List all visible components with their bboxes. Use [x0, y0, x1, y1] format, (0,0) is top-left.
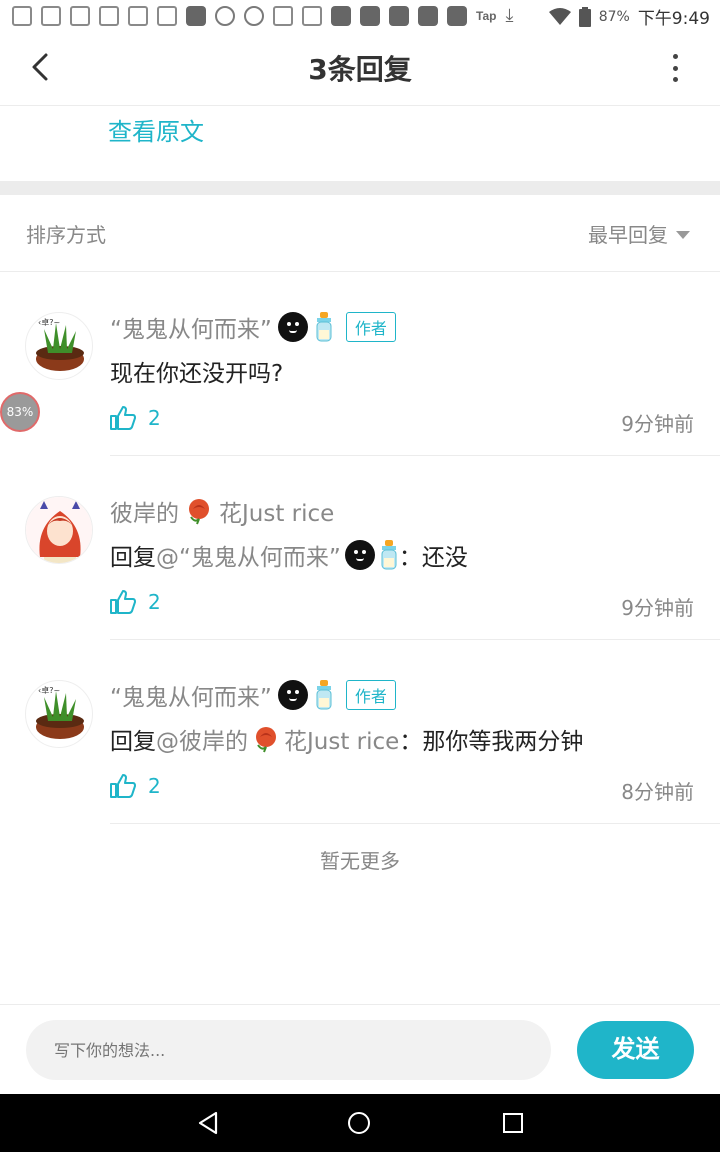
sort-bar: 排序方式 最早回复 — [0, 195, 720, 272]
mention-link[interactable]: @彼岸的 花Just rice — [156, 722, 399, 756]
avatar[interactable] — [25, 496, 93, 564]
author-badge: 作者 — [345, 312, 396, 342]
sort-dropdown[interactable]: 最早回复 — [588, 219, 668, 248]
author-name-suffix[interactable]: 花Just rice — [219, 494, 334, 528]
mention-text-suffix: 花Just rice — [284, 729, 400, 755]
reply-item: 彼岸的 花Just rice 回复 @“鬼鬼从何而来” ：还没 2 9分钟前 — [0, 456, 720, 640]
paw-notification-icon — [128, 5, 148, 26]
reply-author: 彼岸的 花Just rice — [110, 494, 334, 528]
avatar[interactable]: ‹卓?~ — [25, 680, 93, 748]
caret-down-icon[interactable] — [676, 231, 690, 239]
send-button[interactable]: 发送 — [577, 1021, 694, 1079]
rose-emoji-icon — [189, 499, 209, 525]
reply-time: 8分钟前 — [621, 780, 694, 804]
app-notification-icon — [215, 5, 235, 26]
download-icon: ⤓ — [505, 5, 514, 26]
status-right: 87% 下午9:49 — [548, 4, 710, 29]
floating-progress-badge[interactable]: 83% — [0, 392, 40, 432]
section-separator — [0, 181, 720, 195]
like-button[interactable]: 2 — [110, 774, 161, 798]
taptap-notification-icon: Tap — [476, 8, 497, 23]
divider — [110, 823, 720, 824]
comment-composer: 发送 — [0, 1004, 720, 1094]
battery-percent: 87% — [598, 8, 630, 25]
reply-item: ‹卓?~ “鬼鬼从何而来” 作者 现在你还没开吗? 2 9分钟前 — [0, 272, 720, 456]
like-button[interactable]: 2 — [110, 590, 161, 614]
browser-notification-icon — [244, 5, 264, 26]
page-title: 3条回复 — [308, 53, 412, 86]
avatar[interactable]: ‹卓?~ — [25, 312, 93, 380]
reply-item: ‹卓?~ “鬼鬼从何而来” 作者 回复 @彼岸的 花Just rice ：那你等… — [0, 640, 720, 824]
reply-time: 9分钟前 — [621, 596, 694, 620]
app-notification-icon — [360, 5, 380, 26]
like-button[interactable]: 2 — [110, 406, 161, 430]
app-notification-icon — [418, 5, 438, 26]
rose-emoji-icon — [256, 727, 276, 753]
author-name-prefix[interactable]: 彼岸的 — [110, 494, 179, 528]
paw-notification-icon — [157, 5, 177, 26]
mention-link[interactable]: @“鬼鬼从何而来” — [156, 538, 399, 572]
end-of-list-text: 暂无更多 — [320, 849, 400, 873]
comment-input[interactable] — [26, 1020, 551, 1080]
wifi-icon — [548, 7, 571, 25]
image-notification-icon — [331, 5, 351, 26]
more-options-icon[interactable] — [670, 54, 680, 82]
app-notification-icon — [273, 5, 293, 26]
sort-label: 排序方式 — [26, 223, 106, 247]
battery-icon — [578, 6, 591, 27]
face-emoji-icon — [277, 680, 308, 710]
face-emoji-icon — [277, 312, 308, 342]
svg-text:‹卓?~: ‹卓?~ — [38, 317, 60, 327]
document-notification-icon — [302, 5, 322, 26]
paw-notification-icon — [12, 5, 32, 26]
reply-text: ：那你等我两分钟 — [399, 729, 584, 755]
nav-recent-apps-icon[interactable] — [503, 1113, 523, 1133]
reply-author: “鬼鬼从何而来” 作者 — [110, 678, 396, 712]
author-badge: 作者 — [345, 680, 396, 710]
baby-bottle-emoji-icon — [316, 680, 332, 710]
like-count: 2 — [148, 406, 161, 430]
reply-time: 9分钟前 — [621, 412, 694, 436]
reply-prefix: 回复 — [110, 545, 156, 571]
like-count: 2 — [148, 590, 161, 614]
nav-home-icon[interactable] — [348, 1112, 370, 1134]
reply-text: ：还没 — [398, 545, 468, 571]
paw-notification-icon — [41, 5, 61, 26]
app-notification-icon — [447, 5, 467, 26]
top-app-bar: 3条回复 — [0, 30, 720, 106]
reply-prefix: 回复 — [110, 729, 156, 755]
like-count: 2 — [148, 774, 161, 798]
paw-notification-icon — [99, 5, 119, 26]
mention-text-prefix: @彼岸的 — [156, 729, 248, 755]
nav-back-icon[interactable] — [196, 1111, 220, 1135]
author-name[interactable]: “鬼鬼从何而来” — [110, 310, 272, 344]
view-original-link[interactable]: 查看原文 — [108, 112, 204, 147]
capcut-notification-icon — [186, 5, 206, 26]
baby-bottle-emoji-icon — [381, 540, 397, 570]
system-navigation-bar — [0, 1094, 720, 1152]
svg-text:‹卓?~: ‹卓?~ — [38, 685, 60, 695]
face-emoji-icon — [344, 540, 375, 570]
reply-author: “鬼鬼从何而来” 作者 — [110, 310, 396, 344]
baby-bottle-emoji-icon — [316, 312, 332, 342]
author-name[interactable]: “鬼鬼从何而来” — [110, 678, 272, 712]
reply-content: 现在你还没开吗? — [110, 361, 284, 387]
paw-notification-icon — [70, 5, 90, 26]
thumbs-up-icon — [110, 590, 136, 614]
app-notification-icon — [389, 5, 409, 26]
notification-icons: Tap ⤓ — [12, 5, 513, 26]
clock: 下午9:49 — [637, 9, 710, 29]
thumbs-up-icon — [110, 406, 136, 430]
mention-text: @“鬼鬼从何而来” — [156, 545, 341, 571]
thumbs-up-icon — [110, 774, 136, 798]
reply-content: 回复 @“鬼鬼从何而来” ：还没 — [110, 538, 468, 572]
reply-content: 回复 @彼岸的 花Just rice ：那你等我两分钟 — [110, 722, 583, 756]
status-bar: Tap ⤓ 87% 下午9:49 — [0, 0, 720, 30]
